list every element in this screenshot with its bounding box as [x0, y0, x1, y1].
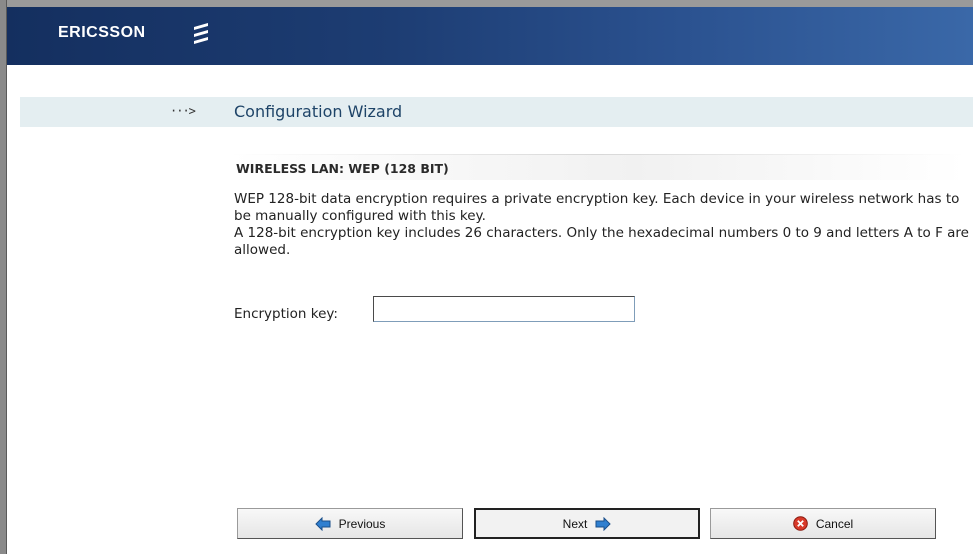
encryption-key-label: Encryption key:: [234, 306, 338, 322]
cancel-icon: [793, 516, 808, 531]
ericsson-stripes-icon: [194, 23, 208, 44]
window-top-border: [0, 0, 973, 7]
header-bar: [7, 7, 973, 65]
page-title: Configuration Wizard: [234, 102, 403, 121]
arrow-left-icon: [314, 516, 331, 531]
brand-logo-text: ERICSSON: [58, 24, 146, 41]
next-button-label: Next: [562, 516, 588, 531]
arrow-icon: ···>: [170, 104, 196, 118]
description-paragraph-1: WEP 128-bit data encryption requires a p…: [234, 191, 960, 224]
arrow-right-icon: [595, 516, 612, 531]
previous-button-label: Previous: [338, 516, 386, 531]
section-header: WIRELESS LAN: WEP (128 BIT): [230, 154, 965, 180]
previous-button[interactable]: Previous: [237, 508, 463, 539]
section-title: WIRELESS LAN: WEP (128 BIT): [236, 161, 449, 176]
description-paragraph-2: A 128-bit encryption key includes 26 cha…: [234, 225, 969, 258]
cancel-button[interactable]: Cancel: [710, 508, 936, 539]
next-button[interactable]: Next: [474, 508, 700, 539]
wizard-title-band: ···> Configuration Wizard: [20, 97, 973, 127]
cancel-button-label: Cancel: [815, 516, 854, 531]
window-left-border: [0, 0, 7, 554]
description-text: WEP 128-bit data encryption requires a p…: [234, 191, 969, 259]
encryption-key-input[interactable]: [373, 296, 635, 322]
